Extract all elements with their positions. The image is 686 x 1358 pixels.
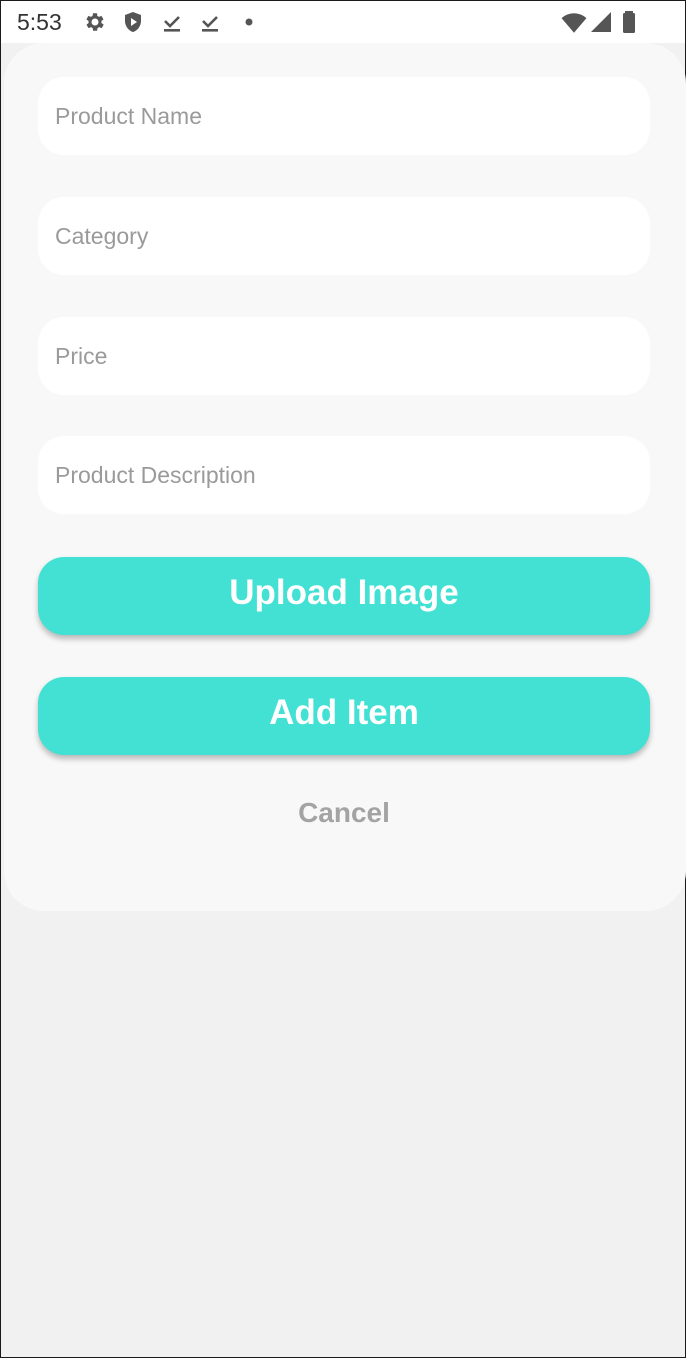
download-done-icon: [198, 10, 222, 34]
product-description-input[interactable]: [38, 436, 650, 514]
shield-icon: [121, 10, 145, 34]
status-time: 5:53: [17, 9, 62, 35]
status-bar: 5:53: [1, 1, 685, 43]
dot-icon: [237, 10, 261, 34]
gear-icon: [83, 10, 107, 34]
wifi-icon: [561, 10, 587, 36]
category-input[interactable]: [38, 197, 650, 275]
download-done-icon: [160, 10, 184, 34]
cell-signal-icon: [589, 10, 613, 34]
product-name-input[interactable]: [38, 77, 650, 155]
upload-image-button[interactable]: Upload Image: [38, 557, 650, 635]
cancel-button[interactable]: Cancel: [244, 797, 444, 837]
add-item-button[interactable]: Add Item: [38, 677, 650, 755]
battery-icon: [617, 10, 641, 34]
price-input[interactable]: [38, 317, 650, 395]
screen: 5:53 Upload Image Add Item Cancel: [0, 0, 686, 1358]
